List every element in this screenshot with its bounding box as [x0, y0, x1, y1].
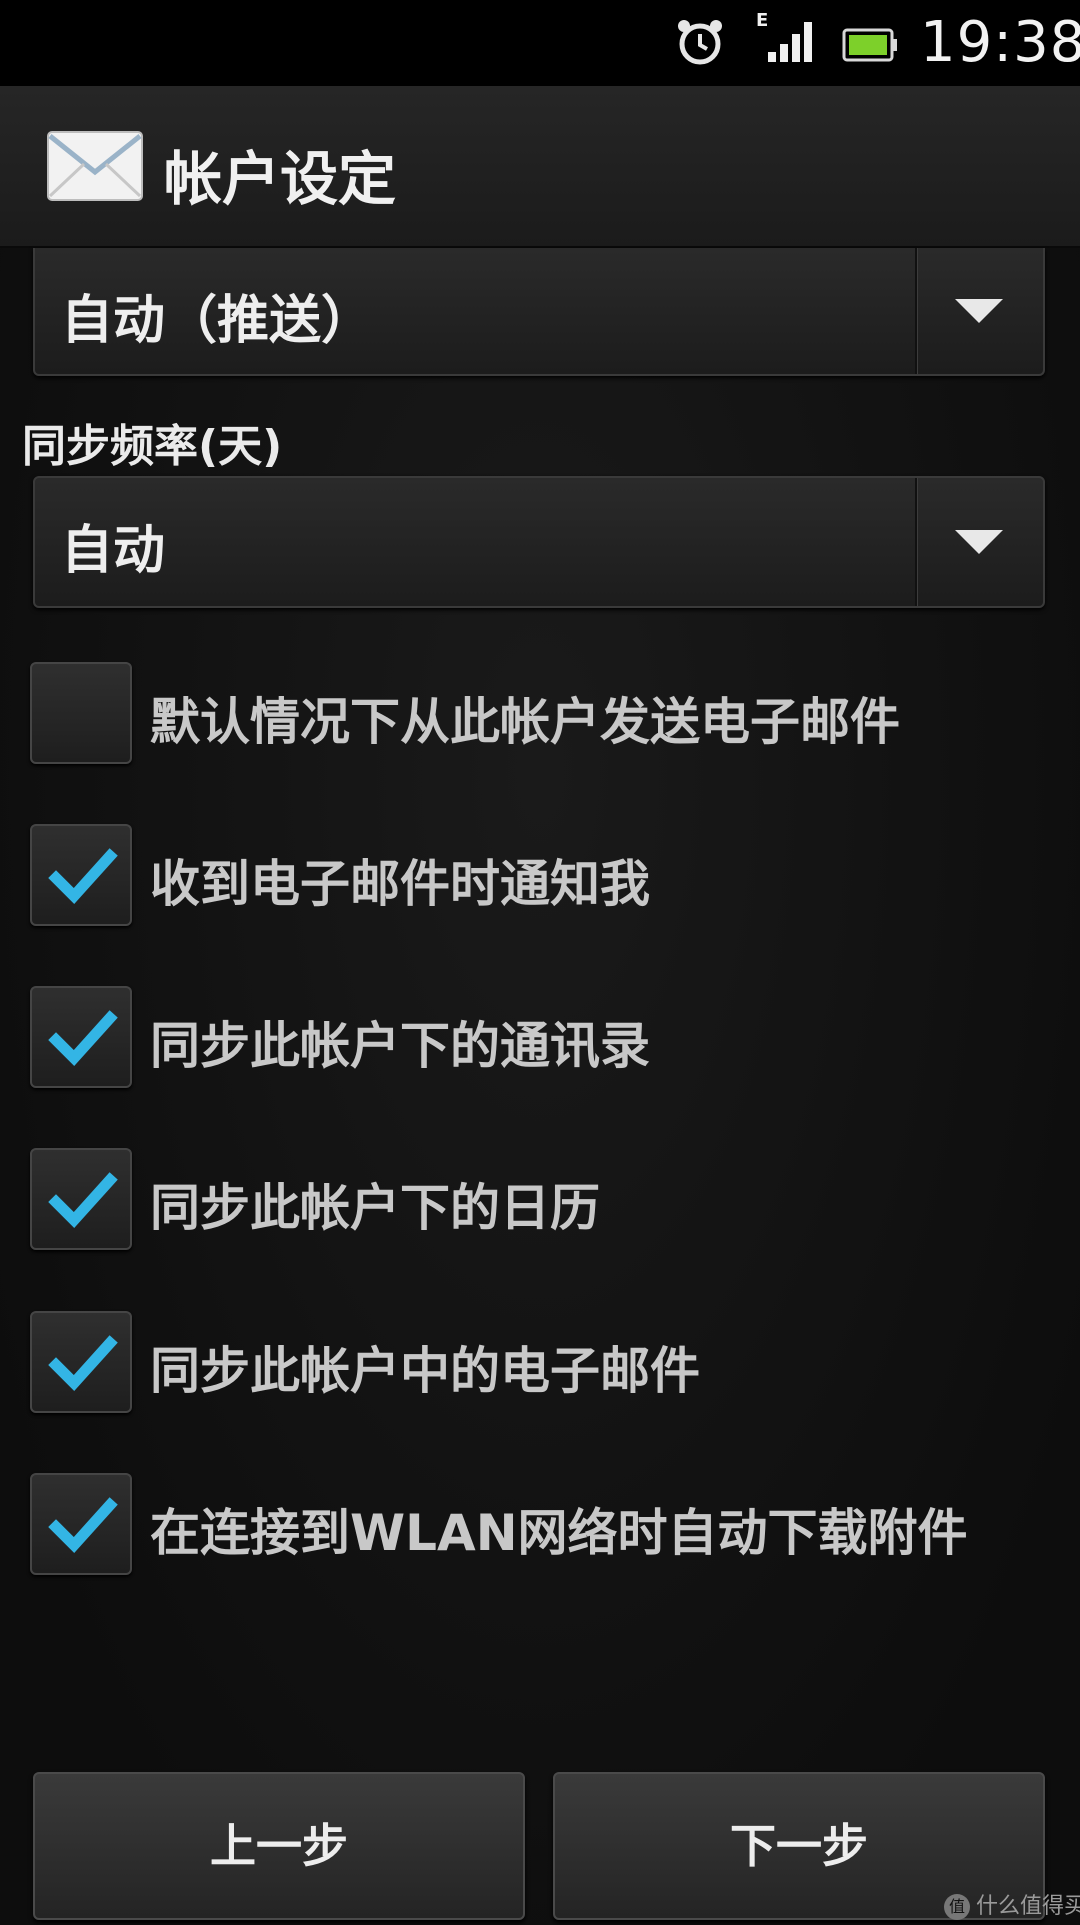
- alarm-icon: [678, 20, 722, 65]
- option-notify[interactable]: 收到电子邮件时通知我: [30, 824, 1060, 928]
- mail-icon: [47, 131, 143, 201]
- checkbox-checked[interactable]: [30, 1473, 132, 1575]
- option-label: 同步此帐户中的电子邮件: [150, 1342, 700, 1400]
- option-sync-calendar[interactable]: 同步此帐户下的日历: [30, 1148, 1060, 1252]
- push-mode-value: 自动（推送）: [61, 291, 374, 351]
- battery-icon: [842, 28, 897, 62]
- sync-frequency-value: 自动: [61, 521, 166, 581]
- title-bar: 帐户设定: [0, 86, 1080, 248]
- option-default-account[interactable]: 默认情况下从此帐户发送电子邮件: [30, 662, 1060, 766]
- option-sync-email[interactable]: 同步此帐户中的电子邮件: [30, 1311, 1060, 1415]
- option-label: 在连接到WLAN网络时自动下载附件: [150, 1504, 968, 1562]
- screen: E 19:38 帐户设定 自动（推送） 同步频率(天) 自动 默认情况下从此帐户…: [0, 0, 1080, 1925]
- option-wlan-attachments[interactable]: 在连接到WLAN网络时自动下载附件: [30, 1473, 1060, 1577]
- watermark: 值什么值得买: [944, 1888, 1080, 1920]
- checkbox-checked[interactable]: [30, 986, 132, 1088]
- option-label: 默认情况下从此帐户发送电子邮件: [150, 693, 900, 751]
- status-clock: 19:38: [920, 10, 1080, 75]
- spinner-divider: [915, 478, 918, 606]
- watermark-text: 什么值得买: [976, 1894, 1080, 1919]
- dropdown-arrow-icon: [955, 530, 1003, 554]
- push-mode-spinner[interactable]: 自动（推送）: [33, 248, 1045, 376]
- checkmark-icon: [48, 1497, 118, 1553]
- option-label: 同步此帐户下的通讯录: [150, 1017, 650, 1075]
- option-label: 同步此帐户下的日历: [150, 1179, 600, 1237]
- checkbox-checked[interactable]: [30, 824, 132, 926]
- sync-frequency-label: 同步频率(天): [22, 421, 283, 472]
- network-type-label: E: [756, 10, 769, 31]
- previous-button[interactable]: 上一步: [33, 1772, 525, 1920]
- spinner-divider: [915, 248, 918, 374]
- checkmark-icon: [48, 1010, 118, 1066]
- option-label: 收到电子邮件时通知我: [150, 855, 650, 913]
- option-sync-contacts[interactable]: 同步此帐户下的通讯录: [30, 986, 1060, 1090]
- checkbox-checked[interactable]: [30, 1148, 132, 1250]
- dropdown-arrow-icon: [955, 299, 1003, 323]
- page-title: 帐户设定: [164, 145, 397, 213]
- checkmark-icon: [48, 848, 118, 904]
- checkmark-icon: [48, 1172, 118, 1228]
- checkmark-icon: [48, 1335, 118, 1391]
- status-bar: E 19:38: [0, 0, 1080, 86]
- checkbox-unchecked[interactable]: [30, 662, 132, 764]
- signal-icon: [768, 22, 812, 62]
- sync-frequency-spinner[interactable]: 自动: [33, 476, 1045, 608]
- watermark-logo-icon: 值: [944, 1894, 970, 1920]
- checkbox-checked[interactable]: [30, 1311, 132, 1413]
